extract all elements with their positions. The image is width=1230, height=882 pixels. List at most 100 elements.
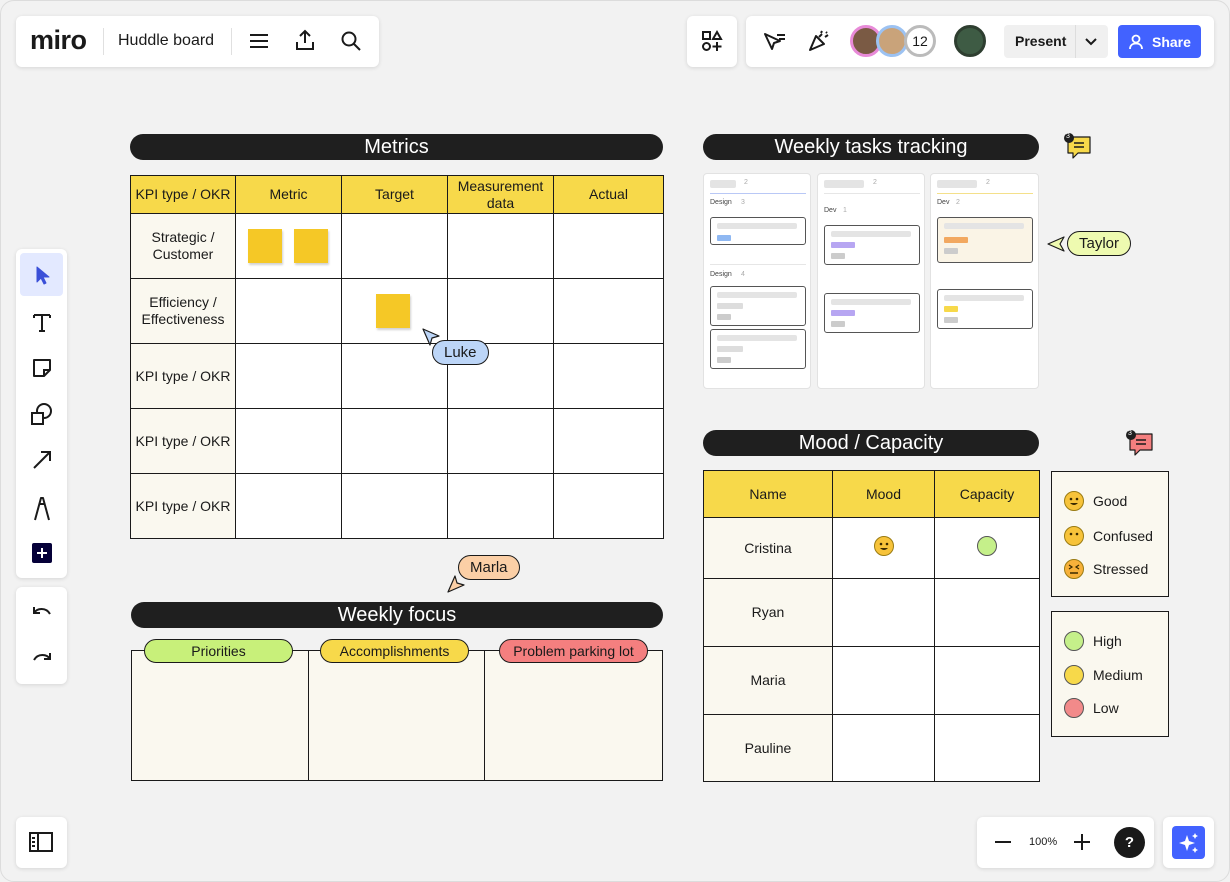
comment-count: 3	[1066, 133, 1070, 140]
sticky-note-icon[interactable]	[30, 356, 54, 380]
add-tool[interactable]	[32, 543, 52, 563]
sticky-note[interactable]	[248, 229, 282, 263]
weekly-tasks-title: Weekly tasks tracking	[703, 134, 1039, 160]
mood-table: Name Mood Capacity Cristina Ryan Maria P…	[703, 470, 1040, 782]
present-label: Present	[1015, 33, 1067, 49]
legend-item: Good	[1064, 491, 1127, 511]
metrics-cell[interactable]	[341, 473, 448, 539]
mood-capacity-title: Mood / Capacity	[703, 430, 1039, 456]
task-card[interactable]	[937, 289, 1033, 329]
metrics-cell[interactable]	[447, 278, 554, 344]
task-card[interactable]	[824, 293, 920, 333]
export-icon[interactable]	[293, 28, 317, 52]
arrow-icon[interactable]	[30, 448, 54, 472]
problem-parking-lot-label[interactable]: Problem parking lot	[499, 639, 648, 663]
metrics-cell[interactable]	[553, 473, 664, 539]
metrics-cell[interactable]	[447, 408, 554, 474]
metrics-cell[interactable]	[553, 343, 664, 409]
metrics-cell[interactable]	[447, 213, 554, 279]
metrics-cell[interactable]	[553, 213, 664, 279]
sticky-note[interactable]	[376, 294, 410, 328]
collaboration-panel: 12 Present Share	[746, 16, 1214, 67]
collaborator-count[interactable]: 12	[904, 25, 936, 57]
accomplishments-label[interactable]: Accomplishments	[320, 639, 469, 663]
capacity-cell[interactable]	[934, 646, 1040, 715]
legend-label: Low	[1093, 700, 1119, 716]
help-button[interactable]: ?	[1114, 827, 1145, 858]
zoom-out-icon[interactable]	[993, 832, 1013, 852]
metrics-cell[interactable]	[341, 408, 448, 474]
metrics-cell[interactable]	[341, 213, 448, 279]
task-column[interactable]: 2 Dev 1	[817, 173, 925, 389]
miro-logo[interactable]: miro	[30, 25, 87, 56]
apps-icon[interactable]	[700, 29, 724, 53]
search-icon[interactable]	[339, 29, 363, 53]
mood-row-name[interactable]: Cristina	[703, 517, 833, 579]
legend-label: High	[1093, 633, 1122, 649]
shapes-icon[interactable]	[30, 402, 54, 426]
chevron-down-icon[interactable]	[1084, 35, 1098, 49]
present-button[interactable]: Present	[1004, 25, 1108, 58]
metrics-row-label[interactable]: KPI type / OKR	[130, 473, 236, 539]
mood-cell[interactable]	[832, 578, 935, 647]
metrics-cell[interactable]	[235, 343, 342, 409]
metrics-row-label[interactable]: KPI type / OKR	[130, 408, 236, 474]
metrics-row-label[interactable]: Strategic / Customer	[130, 213, 236, 279]
capacity-cell[interactable]	[934, 714, 1040, 782]
ai-assist-button[interactable]	[1172, 826, 1205, 859]
metrics-cell[interactable]	[235, 278, 342, 344]
celebrate-icon[interactable]	[806, 29, 832, 53]
task-column-count: 2	[986, 179, 990, 186]
zoom-level[interactable]: 100%	[1029, 836, 1057, 848]
metrics-cell[interactable]	[553, 408, 664, 474]
capacity-cell[interactable]	[934, 517, 1040, 579]
sticky-note[interactable]	[294, 229, 328, 263]
mood-row-name[interactable]: Pauline	[703, 714, 833, 782]
mood-row-name[interactable]: Ryan	[703, 578, 833, 647]
legend-item: Stressed	[1064, 559, 1148, 579]
comment-thread[interactable]: 3	[1063, 132, 1093, 162]
task-card[interactable]	[824, 225, 920, 265]
board-title[interactable]: Huddle board	[118, 32, 214, 50]
priorities-label[interactable]: Priorities	[144, 639, 293, 663]
capacity-cell[interactable]	[934, 578, 1040, 647]
mood-cell[interactable]	[832, 714, 935, 782]
metrics-header: Actual	[553, 175, 664, 214]
task-card[interactable]	[710, 329, 806, 369]
undo-icon[interactable]	[30, 602, 54, 624]
menu-icon[interactable]	[247, 29, 271, 53]
metrics-row-label[interactable]: Efficiency / Effectiveness	[130, 278, 236, 344]
apps-panel	[687, 16, 737, 67]
task-column[interactable]: 2 Dev 2	[930, 173, 1039, 389]
pen-icon[interactable]	[30, 495, 54, 521]
text-icon[interactable]	[30, 310, 54, 334]
zoom-in-icon[interactable]	[1072, 832, 1092, 852]
mood-row-name[interactable]: Maria	[703, 646, 833, 715]
share-button[interactable]: Share	[1118, 25, 1201, 58]
comment-thread[interactable]: 3	[1125, 429, 1155, 459]
redo-icon[interactable]	[30, 648, 54, 670]
history-toolbar	[16, 587, 67, 684]
sidebar-icon[interactable]	[29, 831, 53, 853]
stressed-face-icon	[1064, 559, 1084, 579]
metrics-cell[interactable]	[235, 473, 342, 539]
metrics-cell[interactable]	[553, 278, 664, 344]
task-card[interactable]	[710, 286, 806, 326]
mood-header: Mood	[832, 470, 935, 518]
metrics-cell[interactable]	[447, 473, 554, 539]
my-avatar[interactable]	[954, 25, 986, 57]
weekly-focus-title: Weekly focus	[131, 602, 663, 628]
metrics-header: Metric	[235, 175, 342, 214]
metrics-cell[interactable]	[235, 408, 342, 474]
mood-cell[interactable]	[832, 646, 935, 715]
good-face-icon	[873, 536, 894, 556]
cursor-follow-icon[interactable]	[762, 29, 786, 53]
select-tool[interactable]	[20, 253, 63, 296]
task-group-count: 4	[741, 271, 745, 278]
task-card[interactable]	[937, 217, 1033, 263]
cursor-label-taylor: Taylor	[1067, 231, 1132, 256]
task-column[interactable]: 2 Design 3 Design 4	[703, 173, 811, 389]
metrics-row-label[interactable]: KPI type / OKR	[130, 343, 236, 409]
mood-cell[interactable]	[832, 517, 935, 579]
task-card[interactable]	[710, 217, 806, 245]
